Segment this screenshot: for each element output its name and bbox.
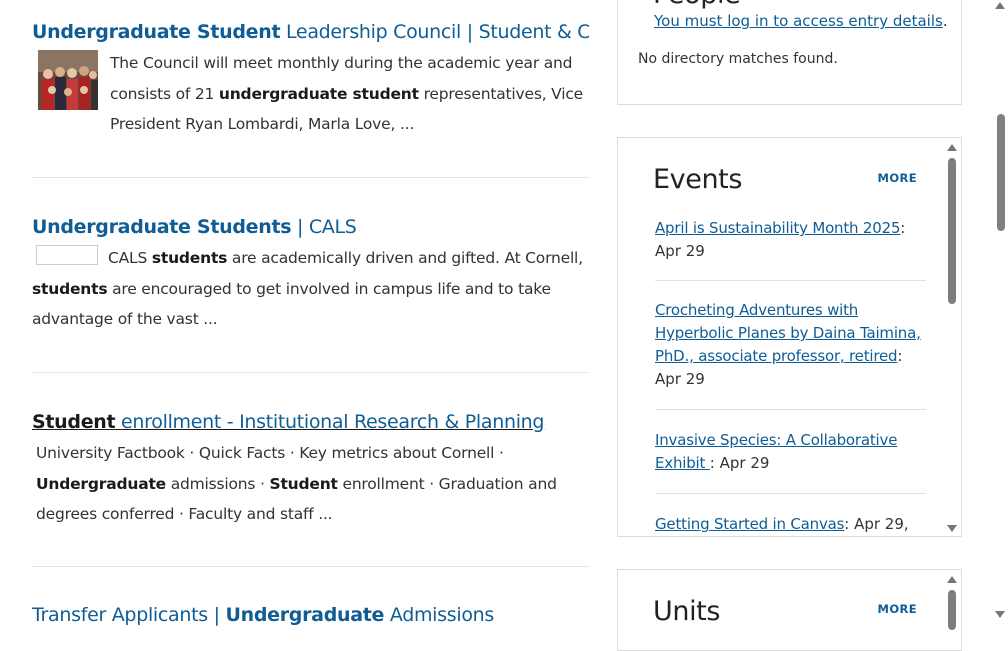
result-title-link[interactable]: Student enrollment - Institutional Resea… (32, 410, 589, 434)
event-item: Invasive Species: A Collaborative Exhibi… (655, 410, 926, 493)
snippet-highlight: undergraduate student (218, 84, 419, 103)
result-title-bold: Undergraduate Students (32, 216, 292, 238)
events-more-link[interactable]: MORE (877, 171, 917, 185)
result-item: Student enrollment - Institutional Resea… (32, 410, 589, 530)
units-heading: Units (653, 596, 721, 627)
result-item: Transfer Applicants | Undergraduate Admi… (32, 603, 589, 627)
events-scrollbar-thumb[interactable] (948, 158, 956, 304)
people-no-match: No directory matches found. (638, 51, 838, 67)
result-divider (32, 566, 589, 567)
people-login-period: . (942, 12, 948, 30)
event-date: : Apr 29, (844, 515, 909, 533)
scroll-up-arrow-icon[interactable] (947, 576, 957, 583)
event-item: April is Sustainability Month 2025: Apr … (655, 217, 926, 280)
result-thumbnail-image[interactable] (38, 50, 98, 110)
result-snippet-text: CALS students are academically driven an… (32, 249, 583, 328)
result-divider (32, 177, 589, 178)
result-divider (32, 372, 589, 373)
result-snippet-text: University Factbook · Quick Facts · Key … (36, 444, 557, 523)
result-item: Undergraduate Students | CALS CALS stude… (32, 215, 589, 335)
snippet-highlight: Student (269, 474, 338, 493)
scroll-up-arrow-icon[interactable] (947, 144, 957, 151)
units-more-link[interactable]: MORE (877, 602, 917, 616)
events-panel: Events MORE April is Sustainability Mont… (617, 137, 962, 537)
event-title-link[interactable]: April is Sustainability Month 2025 (655, 219, 900, 237)
people-heading: People (653, 0, 741, 10)
snippet-highlight: students (151, 249, 228, 267)
event-date: : Apr 29 (709, 454, 770, 472)
result-title-bold: Undergraduate (225, 604, 385, 626)
snippet-highlight: Undergraduate (36, 474, 166, 493)
units-scrollbar-thumb[interactable] (948, 590, 956, 630)
page-scrollbar-thumb[interactable] (997, 114, 1005, 231)
event-title-link[interactable]: Invasive Species: A Collaborative Exhibi… (655, 431, 897, 472)
page-scrollbar[interactable] (993, 0, 1008, 621)
page-scroll-down-icon[interactable] (995, 611, 1005, 618)
event-title-link[interactable]: Getting Started in Canvas (655, 515, 844, 533)
result-title-rest: Admissions (384, 604, 495, 626)
scroll-down-arrow-icon[interactable] (947, 525, 957, 532)
login-link[interactable]: You must log in to access entry details (654, 12, 943, 30)
units-panel: Units MORE (617, 569, 962, 651)
events-heading: Events (653, 164, 743, 195)
events-list: April is Sustainability Month 2025 : Apr … (655, 217, 926, 536)
units-scrollbar[interactable] (945, 574, 959, 650)
result-title-rest: Leadership Council | Student & Campus ..… (285, 21, 589, 43)
event-title-link[interactable]: Crocheting Adventures with Hyperbolic Pl… (655, 301, 921, 365)
result-snippet: CALS students are academically driven an… (32, 243, 589, 335)
result-snippet: University Factbook · Quick Facts · Key … (32, 438, 589, 530)
result-title-link[interactable]: Transfer Applicants | Undergraduate Admi… (32, 603, 589, 627)
result-title-link[interactable]: Undergraduate Students | CALS (32, 215, 589, 239)
event-item: Getting Started in Canvas: Apr 29, (655, 494, 926, 536)
events-scrollbar[interactable] (945, 142, 959, 532)
people-login-wrap: You must log in to access entry details. (654, 12, 948, 30)
result-title-bold: Student (32, 411, 116, 433)
snippet-highlight: students (32, 279, 108, 298)
result-snippet-text: The Council will meet monthly during the… (110, 54, 584, 133)
result-title-bold: Undergraduate Student (32, 21, 281, 43)
result-title-link[interactable]: Undergraduate Student Leadership Council… (32, 20, 589, 44)
people-panel: People You must log in to access entry d… (617, 0, 962, 105)
result-title-rest: | CALS (291, 216, 357, 238)
event-item: Crocheting Adventures with Hyperbolic Pl… (655, 281, 926, 409)
page-scroll-up-icon[interactable] (995, 2, 1005, 9)
result-title-rest: enrollment - Institutional Research & Pl… (115, 411, 545, 433)
result-title-pre: Transfer Applicants | (32, 604, 226, 626)
result-thumbnail-placeholder (36, 245, 98, 265)
result-snippet: The Council will meet monthly during the… (32, 48, 589, 140)
result-item: Undergraduate Student Leadership Council… (32, 20, 589, 140)
